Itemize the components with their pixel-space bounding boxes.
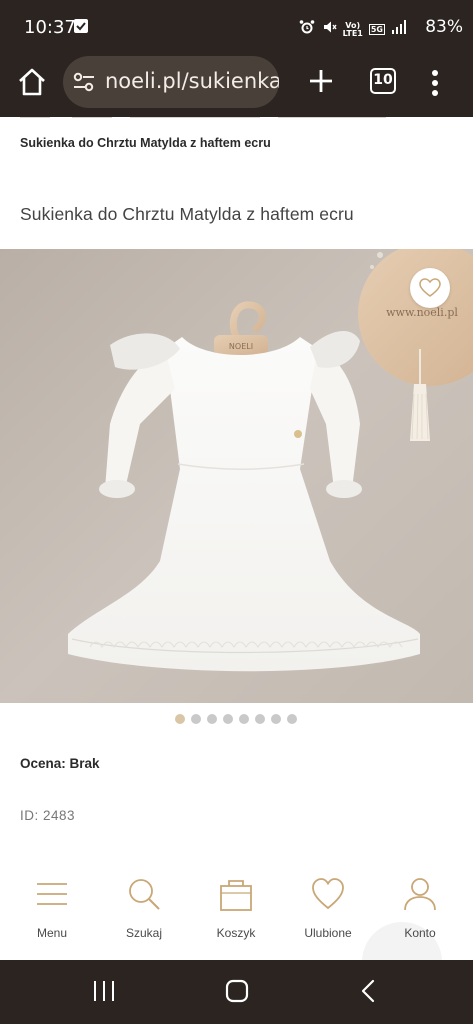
alarm-icon <box>299 19 315 40</box>
search-icon <box>129 879 160 910</box>
nav-account-label: Konto <box>404 926 436 940</box>
sign-text: www.noeli.pl <box>386 306 458 319</box>
add-to-favorites-button[interactable] <box>410 268 450 308</box>
carousel-dot[interactable] <box>207 714 217 724</box>
status-bar: 10:37 Vo) LTE1 5G 83% <box>0 0 473 54</box>
system-navigation-bar <box>0 960 473 1024</box>
top-divider <box>20 117 386 119</box>
home-square-icon <box>225 979 249 1003</box>
back-chevron-icon <box>361 979 375 1003</box>
nav-favorites[interactable]: Ulubione <box>288 876 368 940</box>
home-button[interactable] <box>14 64 50 100</box>
plus-icon <box>310 70 332 92</box>
recent-apps-icon <box>94 981 114 1001</box>
home-system-button[interactable] <box>224 978 250 1009</box>
status-time: 10:37 <box>24 17 76 38</box>
heart-icon <box>312 878 344 910</box>
home-icon <box>19 68 45 96</box>
status-icons: Vo) LTE1 5G <box>299 19 407 40</box>
mute-icon <box>321 19 337 40</box>
hamburger-icon <box>37 883 67 905</box>
battery-level: 83% <box>425 17 463 37</box>
hanger-brand: NOELI <box>229 342 253 351</box>
heart-outline-icon <box>419 278 441 297</box>
carousel-dot[interactable] <box>239 714 249 724</box>
nav-menu-label: Menu <box>36 926 68 940</box>
carousel-dot[interactable] <box>175 714 185 724</box>
nav-cart-label: Koszyk <box>216 926 256 940</box>
dress-photo: www.noeli.pl NOELI <box>0 249 473 703</box>
nav-search-label: Szukaj <box>125 926 163 940</box>
bag-icon <box>220 880 252 911</box>
carousel-dot[interactable] <box>271 714 281 724</box>
browser-menu-button[interactable] <box>423 66 447 100</box>
nav-menu[interactable]: Menu <box>12 876 92 940</box>
product-rating: Ocena: Brak <box>20 756 100 771</box>
carousel-indicators <box>175 714 297 724</box>
volte-icon: Vo) LTE1 <box>342 20 363 38</box>
product-image[interactable]: www.noeli.pl NOELI <box>0 249 473 703</box>
more-vertical-icon <box>432 70 438 96</box>
network-5g-badge: 5G <box>368 24 385 35</box>
address-bar[interactable]: noeli.pl/sukienka- <box>63 56 279 108</box>
notification-icon <box>74 19 88 33</box>
back-button[interactable] <box>358 978 378 1009</box>
user-icon <box>404 878 436 911</box>
carousel-dot[interactable] <box>287 714 297 724</box>
url-text: noeli.pl/sukienka- <box>105 69 279 93</box>
nav-favorites-label: Ulubione <box>304 926 352 940</box>
breadcrumb[interactable]: Sukienka do Chrztu Matylda z haftem ecru <box>20 136 271 150</box>
bottom-navigation: Menu Szukaj Koszyk Ulubione Konto <box>0 860 473 1002</box>
signal-icon <box>391 19 407 40</box>
nav-account[interactable]: Konto <box>380 876 460 940</box>
new-tab-button[interactable] <box>302 62 340 100</box>
carousel-dot[interactable] <box>223 714 233 724</box>
recent-apps-button[interactable] <box>92 978 116 1009</box>
carousel-dot[interactable] <box>255 714 265 724</box>
product-title: Sukienka do Chrztu Matylda z haftem ecru <box>20 204 354 224</box>
tab-switcher-button[interactable]: 10 <box>370 68 396 94</box>
nav-cart[interactable]: Koszyk <box>196 876 276 940</box>
site-settings-icon[interactable] <box>71 70 97 94</box>
carousel-dot[interactable] <box>191 714 201 724</box>
product-id: ID: 2483 <box>20 808 76 823</box>
browser-toolbar: noeli.pl/sukienka- 10 <box>0 54 473 117</box>
nav-search[interactable]: Szukaj <box>104 876 184 940</box>
